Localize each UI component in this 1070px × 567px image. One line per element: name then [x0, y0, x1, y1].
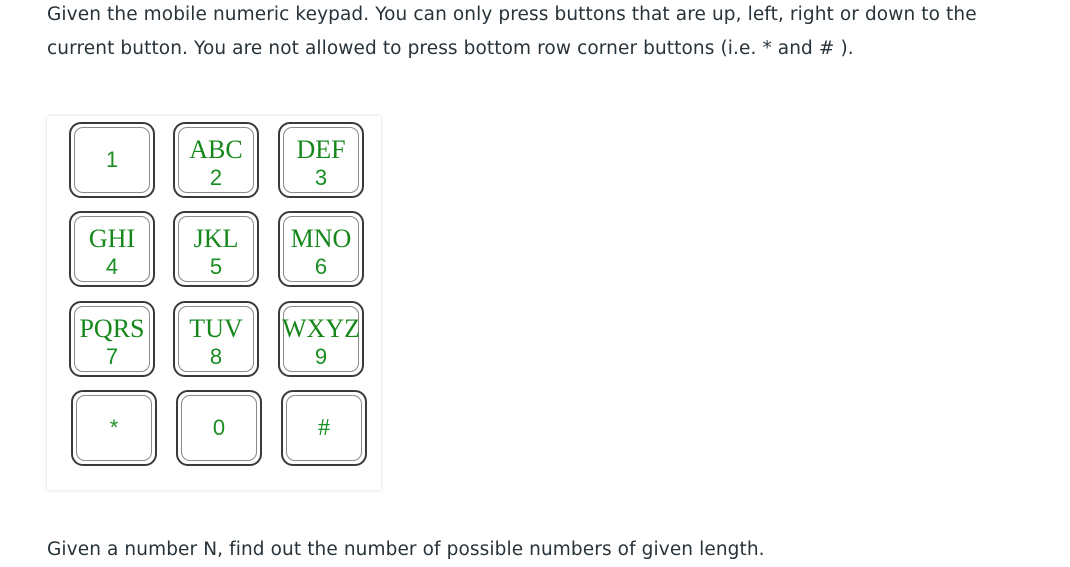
key-3-letters: DEF [296, 135, 346, 164]
key-9: WXYZ 9 [278, 301, 364, 377]
key-0-digit: 0 [212, 415, 226, 440]
key-star-digit: * [109, 415, 119, 440]
key-7-letters: PQRS [79, 314, 145, 343]
key-hash: # [281, 390, 367, 466]
key-2: ABC 2 [173, 122, 259, 198]
keypad-illustration: 1 ABC 2 DEF 3 GHI 4 JKL 5 MNO 6 PQRS 7 T… [47, 116, 381, 490]
key-2-digit: 2 [209, 165, 223, 190]
key-5: JKL 5 [173, 211, 259, 287]
problem-description: Given the mobile numeric keypad. You can… [47, 4, 977, 59]
key-6-letters: MNO [290, 224, 352, 253]
key-7: PQRS 7 [69, 301, 155, 377]
key-3-digit: 3 [314, 165, 328, 190]
key-2-letters: ABC [189, 135, 243, 164]
key-1-digit: 1 [105, 147, 119, 172]
key-9-letters: WXYZ [282, 314, 360, 343]
key-7-digit: 7 [105, 344, 119, 369]
key-6-digit: 6 [314, 254, 328, 279]
key-6: MNO 6 [278, 211, 364, 287]
key-8-letters: TUV [189, 314, 243, 343]
key-4-letters: GHI [88, 224, 136, 253]
key-9-digit: 9 [314, 344, 328, 369]
key-star: * [71, 390, 157, 466]
key-5-digit: 5 [209, 254, 223, 279]
key-1: 1 [69, 122, 155, 198]
key-4-digit: 4 [105, 254, 119, 279]
key-8-digit: 8 [209, 344, 223, 369]
key-3: DEF 3 [278, 122, 364, 198]
key-0: 0 [176, 390, 262, 466]
key-hash-digit: # [318, 415, 330, 441]
key-4: GHI 4 [69, 211, 155, 287]
problem-question: Given a number N, find out the number of… [47, 539, 765, 560]
key-8: TUV 8 [173, 301, 259, 377]
key-5-letters: JKL [193, 224, 239, 253]
